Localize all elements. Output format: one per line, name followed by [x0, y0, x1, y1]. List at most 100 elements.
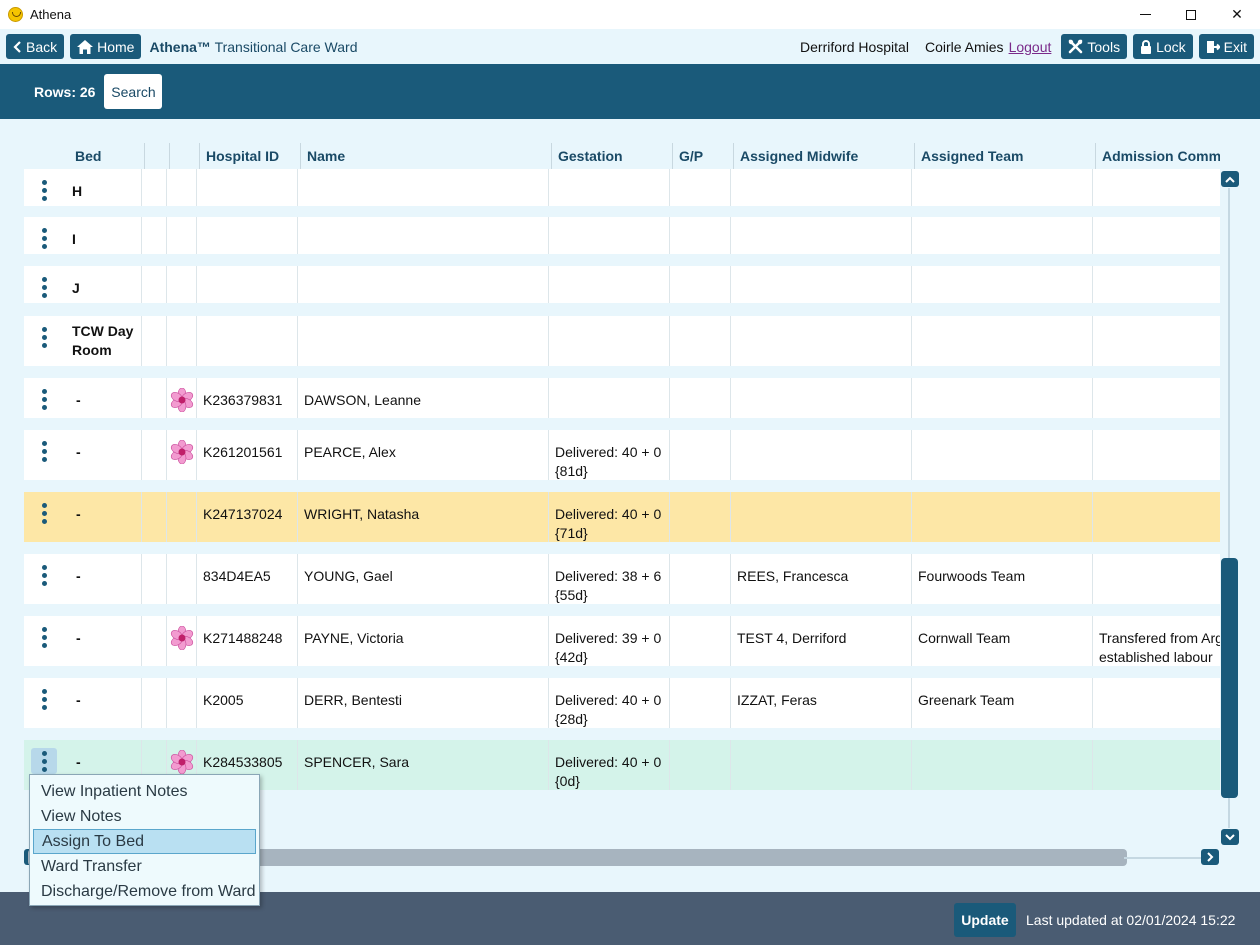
team-cell: [912, 169, 1093, 206]
blank-cell: [142, 316, 167, 366]
exit-icon: [1206, 40, 1220, 53]
logout-link[interactable]: Logout: [1009, 39, 1052, 55]
tools-label: Tools: [1087, 38, 1121, 55]
flag-cell: [167, 169, 197, 206]
col-header-name[interactable]: Name: [301, 143, 552, 169]
athena-logo-icon: [8, 7, 23, 22]
update-button[interactable]: Update: [954, 903, 1016, 937]
flag-cell: [167, 678, 197, 728]
ward-name: Transitional Care Ward: [214, 38, 358, 55]
home-label: Home: [97, 38, 135, 55]
scroll-right-button[interactable]: [1201, 849, 1219, 865]
exit-button[interactable]: Exit: [1198, 34, 1254, 59]
context-menu-item[interactable]: Discharge/Remove from Ward: [33, 879, 256, 904]
gestation-cell: [549, 378, 670, 418]
table-row[interactable]: - K236379831 DAWSON, Leanne: [24, 378, 1220, 418]
col-header-blank-2[interactable]: [170, 143, 200, 169]
blank-cell: [142, 217, 167, 254]
scroll-up-button[interactable]: [1221, 171, 1239, 187]
flag-cell: [167, 316, 197, 366]
scroll-down-button[interactable]: [1221, 829, 1239, 845]
name-cell: PAYNE, Victoria: [298, 616, 549, 666]
table-row[interactable]: - K261201561 PEARCE, Alex Delivered: 40 + 0…: [24, 430, 1220, 480]
col-header-gestation[interactable]: Gestation: [552, 143, 673, 169]
home-button[interactable]: Home: [70, 34, 142, 59]
table-row[interactable]: TCW Day Room: [24, 316, 1220, 366]
name-cell: DERR, Bentesti: [298, 678, 549, 728]
search-button[interactable]: Search: [104, 74, 163, 109]
comment-line-2: established labour: [1099, 649, 1213, 665]
grid-body: H I J TCW Day Room - K236379831 DAWSON, Leanne…: [24, 169, 1220, 849]
blank-cell: [142, 492, 167, 542]
flower-icon: [170, 388, 194, 412]
flag-cell: [167, 554, 197, 604]
table-row[interactable]: H: [24, 169, 1220, 206]
hospital-id-cell: 834D4EA5: [197, 554, 298, 604]
col-header-hospital-id[interactable]: Hospital ID: [200, 143, 301, 169]
tools-button[interactable]: Tools: [1061, 34, 1128, 59]
window-title: Athena: [30, 7, 72, 22]
gestation-line: Delivered: 40 + 0: [555, 692, 662, 708]
vertical-scrollbar[interactable]: [1220, 170, 1240, 848]
name-cell: DAWSON, Leanne: [298, 378, 549, 418]
chevron-right-icon: [1206, 852, 1213, 862]
tools-icon: [1069, 39, 1083, 54]
team-cell: Greenark Team: [912, 678, 1093, 728]
bed-cell: J: [24, 266, 142, 303]
team-cell: [912, 378, 1093, 418]
lock-label: Lock: [1156, 38, 1186, 55]
team-cell: Cornwall Team: [912, 616, 1093, 666]
back-button[interactable]: Back: [6, 34, 65, 59]
gestation-days: {28d}: [555, 711, 588, 727]
bed-cell: -: [24, 678, 142, 728]
maximize-button[interactable]: [1168, 0, 1214, 29]
table-row[interactable]: J: [24, 266, 1220, 303]
gestation-cell: [549, 169, 670, 206]
minimize-button[interactable]: [1122, 0, 1168, 29]
admission-comment-cell: [1093, 316, 1220, 366]
chevron-up-icon: [1225, 176, 1235, 183]
midwife-cell: [731, 316, 912, 366]
midwife-cell: [731, 266, 912, 303]
lock-button[interactable]: Lock: [1133, 34, 1193, 59]
table-row[interactable]: - K271488248 PAYNE, Victoria Delivered: 39 …: [24, 616, 1220, 666]
col-header-blank-1[interactable]: [145, 143, 170, 169]
col-header-gp[interactable]: G/P: [673, 143, 734, 169]
gestation-line: Delivered: 40 + 0: [555, 754, 662, 770]
name-cell: SPENCER, Sara: [298, 740, 549, 790]
col-header-assigned-midwife[interactable]: Assigned Midwife: [734, 143, 915, 169]
gp-cell: [670, 616, 731, 666]
name-cell: [298, 266, 549, 303]
vertical-scroll-thumb[interactable]: [1221, 558, 1238, 798]
gestation-cell: Delivered: 40 + 0 {81d}: [549, 430, 670, 480]
last-updated-text: Last updated at 02/01/2024 15:22: [1026, 912, 1236, 928]
flower-icon: [170, 626, 194, 650]
col-header-bed[interactable]: Bed: [69, 143, 145, 169]
context-menu-item[interactable]: Assign To Bed: [33, 829, 256, 854]
context-menu-item[interactable]: View Notes: [33, 804, 256, 829]
gp-cell: [670, 740, 731, 790]
flower-icon: [170, 440, 194, 464]
gestation-cell: Delivered: 40 + 0 {0d}: [549, 740, 670, 790]
gp-cell: [670, 678, 731, 728]
col-header-assigned-team[interactable]: Assigned Team: [915, 143, 1096, 169]
hospital-id-cell: K2005: [197, 678, 298, 728]
name-cell: YOUNG, Gael: [298, 554, 549, 604]
table-row[interactable]: I: [24, 217, 1220, 254]
top-navigation: Back Home Athena™ Transitional Care Ward…: [0, 29, 1260, 64]
back-label: Back: [26, 38, 58, 55]
table-row[interactable]: - K247137024 WRIGHT, Natasha Delivered: 40 …: [24, 492, 1220, 542]
close-icon: ✕: [1231, 6, 1243, 22]
midwife-cell: [731, 492, 912, 542]
context-menu-item[interactable]: View Inpatient Notes: [33, 779, 256, 804]
horizontal-scroll-track: [1124, 857, 1204, 859]
table-row[interactable]: - 834D4EA5 YOUNG, Gael Delivered: 38 + 6 {55…: [24, 554, 1220, 604]
lock-icon: [1141, 39, 1152, 54]
admission-comment-cell: [1093, 740, 1220, 790]
col-header-admission-comment[interactable]: Admission Comm: [1096, 143, 1220, 169]
table-row[interactable]: - K2005 DERR, Bentesti Delivered: 40 + 0 {28…: [24, 678, 1220, 728]
user-name: Coirle Amies: [924, 38, 1004, 55]
admission-comment-cell: [1093, 217, 1220, 254]
close-window-button[interactable]: ✕: [1214, 0, 1260, 29]
context-menu-item[interactable]: Ward Transfer: [33, 854, 256, 879]
